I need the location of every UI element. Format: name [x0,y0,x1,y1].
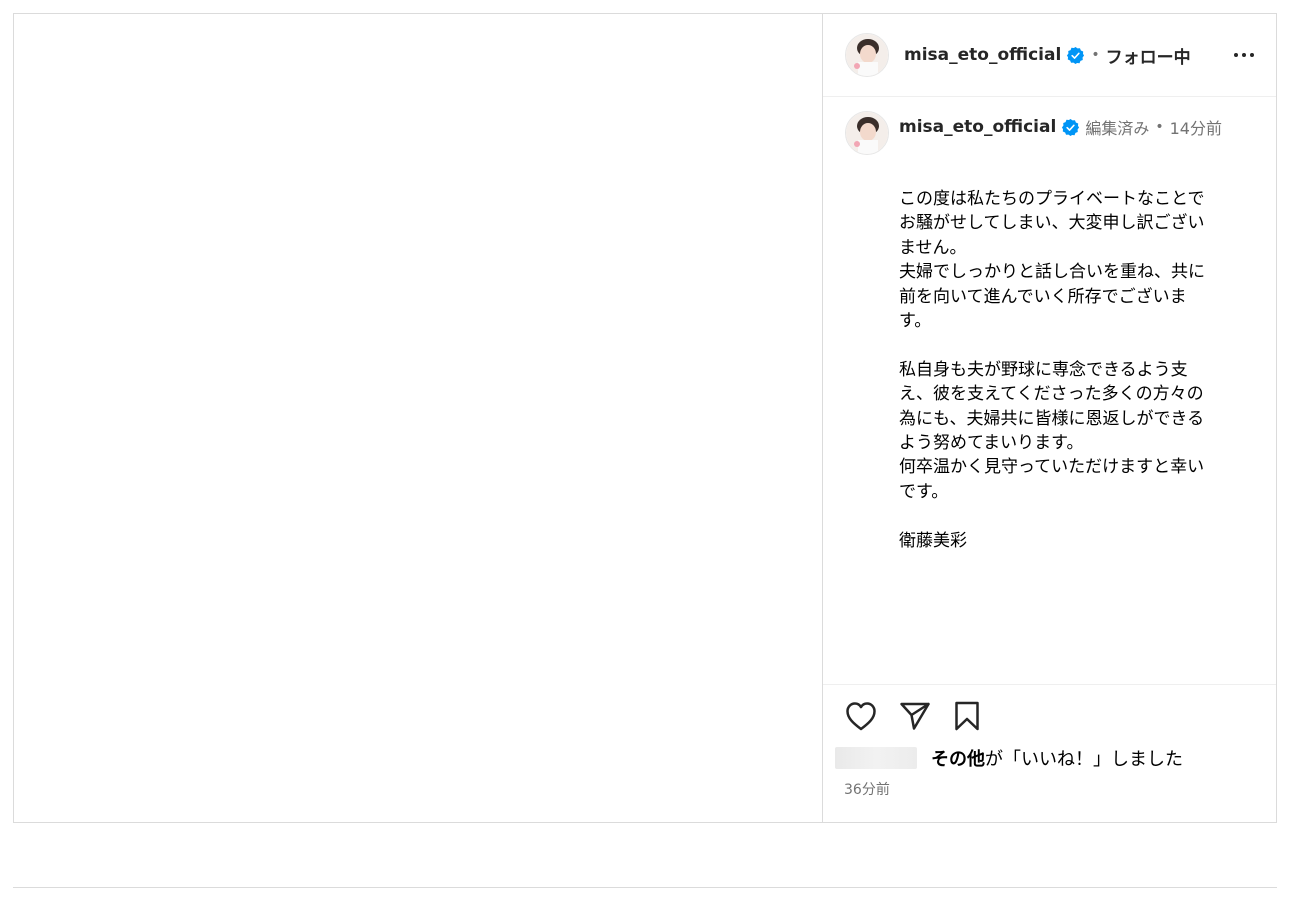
action-icons [845,701,1254,731]
avatar[interactable] [845,33,889,77]
caption-meta: misa_eto_official 編集済み • 14分前 [899,115,1222,139]
caption-line: 為にも、夫婦共に皆様に恩返しができる [899,408,1205,429]
following-button[interactable]: フォロー中 [1106,43,1191,68]
caption-line: 私自身も夫が野球に専念できるよう支 [899,359,1188,380]
username[interactable]: misa_eto_official [904,45,1061,65]
caption-line [899,504,1256,528]
caption-header: misa_eto_official 編集済み • 14分前 [845,111,1256,155]
post-media[interactable] [14,14,823,822]
caption-line: す。 [899,311,932,332]
bookmark-icon[interactable] [953,701,981,731]
more-options-icon[interactable] [1232,47,1256,63]
liked-by-avatar-placeholder [835,747,917,769]
caption-line: 夫婦でしっかりと話し合いを重ね、共に [899,262,1205,283]
divider [13,887,1277,888]
caption-text: この度は私たちのプライベートなことで お騒がせしてしまい、大変申し訳ござい ません。… [899,187,1256,553]
post-header: misa_eto_official • フォロー中 [823,14,1276,97]
likes-suffix: が「いいね！」しました [985,749,1183,770]
post-sidebar: misa_eto_official • フォロー中 misa_eto_offic… [823,14,1276,822]
caption-line: この度は私たちのプライベートなことで [899,189,1205,209]
post-time[interactable]: 36分前 [844,779,1254,799]
separator-dot: • [1091,47,1100,63]
caption-line: 何卒温かく見守っていただけますと幸い [899,457,1205,478]
separator-dot: • [1155,119,1164,135]
caption-line: お騒がせしてしまい、大変申し訳ござい [899,213,1205,234]
caption-line: です。 [899,481,949,502]
heart-icon[interactable] [845,701,877,731]
caption-line: 衛藤美彩 [899,530,967,551]
caption-line: よう努めてまいります。 [899,433,1084,454]
likes-summary: その他が「いいね！」しました [835,745,1254,771]
verified-badge-icon [1062,118,1080,136]
send-icon[interactable] [899,701,931,731]
caption-line: え、彼を支えてくださった多くの方々の [899,384,1204,405]
caption-username[interactable]: misa_eto_official [899,117,1056,137]
caption-area: misa_eto_official 編集済み • 14分前 この度は私たちのプラ… [823,97,1276,684]
caption-line: ません。 [899,237,967,258]
caption-line [899,333,1256,357]
edited-label: 編集済み [1085,119,1150,138]
caption-timestamp[interactable]: 14分前 [1170,115,1222,139]
instagram-post: misa_eto_official • フォロー中 misa_eto_offic… [13,13,1277,823]
caption-line: 前を向いて進んでいく所存でございま [899,286,1187,307]
likes-text[interactable]: その他が「いいね！」しました [931,745,1183,771]
caption-avatar[interactable] [845,111,889,155]
post-actions: その他が「いいね！」しました 36分前 [823,684,1276,822]
verified-badge-icon [1067,46,1085,64]
others-link[interactable]: その他 [931,749,985,770]
